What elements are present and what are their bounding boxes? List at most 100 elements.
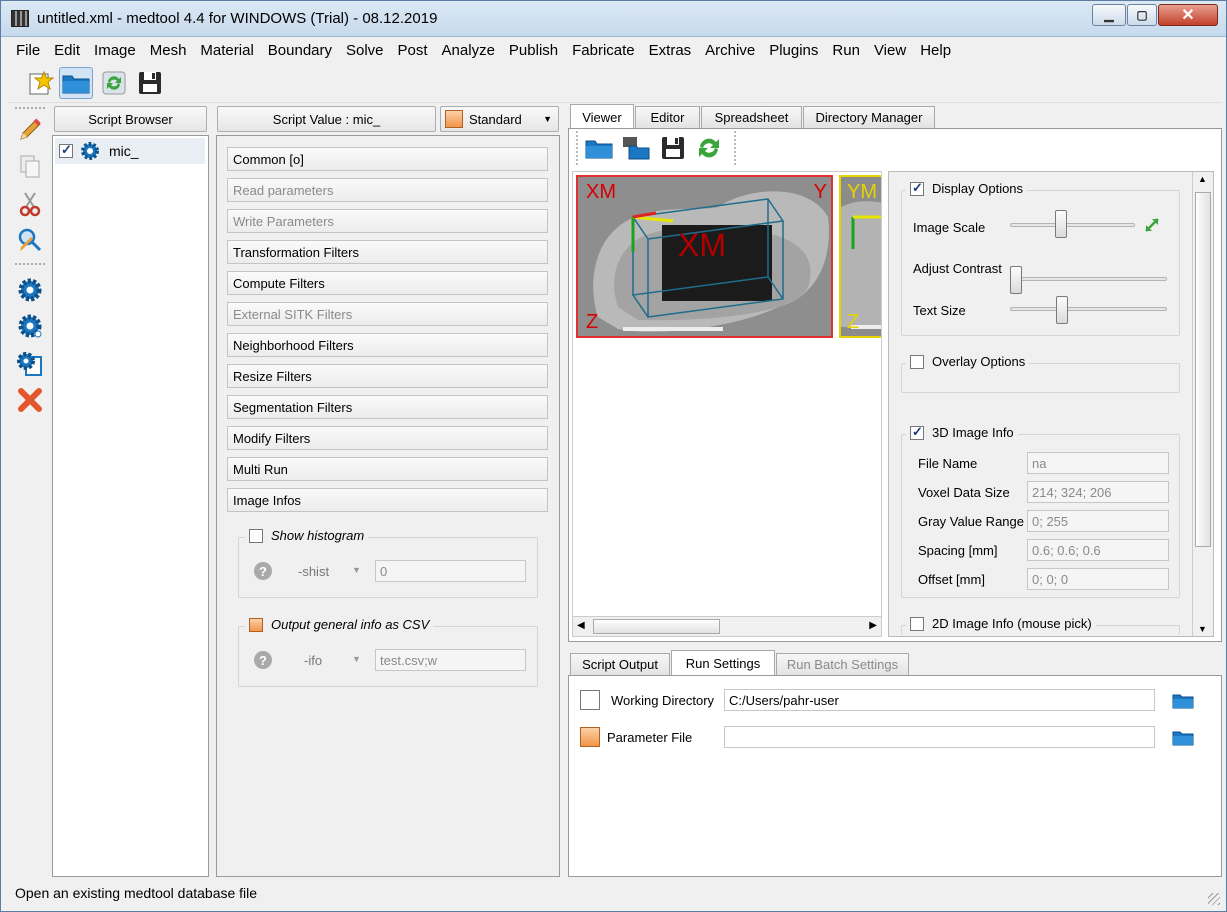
menu-image[interactable]: Image — [87, 39, 143, 63]
tab-script-output[interactable]: Script Output — [570, 653, 670, 675]
chevron-down-icon[interactable]: ▼ — [352, 654, 361, 664]
working-directory-checkbox[interactable] — [580, 690, 600, 710]
menu-analyze[interactable]: Analyze — [435, 39, 502, 63]
menu-mesh[interactable]: Mesh — [143, 39, 194, 63]
menu-help[interactable]: Help — [913, 39, 958, 63]
viewer-save-button[interactable] — [656, 132, 690, 164]
tab-directory-manager[interactable]: Directory Manager — [803, 106, 935, 128]
tab-editor[interactable]: Editor — [635, 106, 700, 128]
info-spacing-field[interactable]: 0.6; 0.6; 0.6 — [1027, 539, 1169, 561]
scroll-right-arrow-icon[interactable]: ▶ — [869, 620, 877, 631]
menu-archive[interactable]: Archive — [698, 39, 762, 63]
filter-image-infos[interactable]: Image Infos — [227, 488, 548, 512]
info-voxel-size-field[interactable]: 214; 324; 206 — [1027, 481, 1169, 503]
folder-icon[interactable] — [1172, 691, 1194, 709]
menu-plugins[interactable]: Plugins — [762, 39, 825, 63]
viewer-open-button[interactable] — [582, 132, 616, 164]
text-size-handle[interactable] — [1056, 296, 1069, 324]
filter-modify[interactable]: Modify Filters — [227, 426, 548, 450]
script-browser-header[interactable]: Script Browser — [54, 106, 207, 132]
menu-boundary[interactable]: Boundary — [261, 39, 339, 63]
image-scale-handle[interactable] — [1055, 210, 1068, 238]
output-csv-checkbox[interactable] — [249, 617, 263, 632]
horizontal-scrollbar[interactable]: ◀ ▶ — [573, 616, 881, 636]
script-list-button[interactable] — [15, 349, 45, 379]
menu-file[interactable]: File — [9, 39, 47, 63]
filter-external-sitk[interactable]: External SITK Filters — [227, 302, 548, 326]
copy-button[interactable] — [15, 151, 45, 181]
menu-publish[interactable]: Publish — [502, 39, 565, 63]
filter-multi-run[interactable]: Multi Run — [227, 457, 548, 481]
filter-common[interactable]: Common [o] — [227, 147, 548, 171]
menu-run[interactable]: Run — [825, 39, 867, 63]
parameter-file-checkbox[interactable] — [580, 727, 600, 747]
script-value-header[interactable]: Script Value : mic_ — [217, 106, 436, 132]
display-options-checkbox[interactable] — [910, 180, 924, 196]
scroll-down-arrow-icon[interactable]: ▼ — [1198, 624, 1207, 634]
tab-viewer[interactable]: Viewer — [570, 104, 634, 129]
new-file-button[interactable] — [23, 67, 57, 99]
menu-fabricate[interactable]: Fabricate — [565, 39, 642, 63]
save-button[interactable] — [133, 67, 167, 99]
filter-compute[interactable]: Compute Filters — [227, 271, 548, 295]
scroll-up-arrow-icon[interactable]: ▲ — [1198, 174, 1207, 184]
help-icon[interactable]: ? — [254, 562, 272, 580]
script-enable-checkbox[interactable] — [59, 142, 73, 158]
image-info-3d-checkbox[interactable] — [910, 424, 924, 440]
filter-neighborhood[interactable]: Neighborhood Filters — [227, 333, 548, 357]
image-scale-slider[interactable] — [1010, 223, 1135, 227]
parameter-file-field[interactable] — [724, 726, 1155, 748]
view-xm[interactable]: XM Y Z XM — [576, 175, 833, 338]
inspect-button[interactable] — [15, 225, 45, 255]
info-file-name-field[interactable]: na — [1027, 452, 1169, 474]
menu-material[interactable]: Material — [193, 39, 260, 63]
run-script-button[interactable] — [15, 275, 45, 305]
info-gray-range-field[interactable]: 0; 255 — [1027, 510, 1169, 532]
run-all-button[interactable] — [15, 311, 45, 341]
filter-write-parameters[interactable]: Write Parameters — [227, 209, 548, 233]
menu-edit[interactable]: Edit — [47, 39, 87, 63]
mode-select[interactable]: Standard ▼ — [440, 106, 559, 132]
chevron-down-icon[interactable]: ▼ — [352, 565, 361, 575]
resize-grip[interactable] — [1208, 893, 1220, 905]
scrollbar-thumb[interactable] — [1195, 192, 1211, 547]
csv-value-field[interactable]: test.csv;w — [375, 649, 526, 671]
edit-pencil-button[interactable] — [15, 115, 45, 145]
viewer-refresh-button[interactable] — [692, 132, 726, 164]
tab-spreadsheet[interactable]: Spreadsheet — [701, 106, 802, 128]
filter-read-parameters[interactable]: Read parameters — [227, 178, 548, 202]
image-info-2d-checkbox[interactable] — [910, 616, 924, 631]
view-ym[interactable]: YM Z — [839, 175, 881, 338]
adjust-contrast-handle[interactable] — [1010, 266, 1022, 294]
adjust-contrast-slider[interactable] — [1010, 277, 1167, 281]
maximize-button[interactable]: ▢ — [1127, 4, 1157, 26]
close-button[interactable]: ✕ — [1158, 4, 1218, 26]
filter-transformation[interactable]: Transformation Filters — [227, 240, 548, 264]
delete-button[interactable] — [15, 385, 45, 415]
folder-icon[interactable] — [1172, 728, 1194, 746]
menu-solve[interactable]: Solve — [339, 39, 391, 63]
list-item[interactable]: mic_ — [55, 138, 205, 164]
overlay-options-checkbox[interactable] — [910, 354, 924, 369]
menu-extras[interactable]: Extras — [642, 39, 699, 63]
show-histogram-checkbox[interactable] — [249, 528, 263, 543]
histogram-value-field[interactable]: 0 — [375, 560, 526, 582]
text-size-slider[interactable] — [1010, 307, 1167, 311]
expand-arrows-icon[interactable] — [1143, 216, 1161, 234]
minimize-button[interactable]: ▁ — [1092, 4, 1126, 26]
working-directory-field[interactable]: C:/Users/pahr-user — [724, 689, 1155, 711]
tab-run-settings[interactable]: Run Settings — [671, 650, 775, 675]
filter-resize[interactable]: Resize Filters — [227, 364, 548, 388]
options-vertical-scrollbar[interactable]: ▲ ▼ — [1192, 172, 1213, 636]
cut-button[interactable] — [15, 189, 45, 219]
viewer-open-multi-button[interactable] — [619, 132, 653, 164]
scroll-left-arrow-icon[interactable]: ◀ — [577, 620, 585, 631]
reload-button[interactable] — [97, 67, 131, 99]
scrollbar-thumb[interactable] — [593, 619, 720, 634]
open-folder-button[interactable] — [59, 67, 93, 99]
info-offset-field[interactable]: 0; 0; 0 — [1027, 568, 1169, 590]
filter-segmentation[interactable]: Segmentation Filters — [227, 395, 548, 419]
tab-run-batch-settings[interactable]: Run Batch Settings — [776, 653, 909, 675]
help-icon[interactable]: ? — [254, 651, 272, 669]
menu-view[interactable]: View — [867, 39, 913, 63]
